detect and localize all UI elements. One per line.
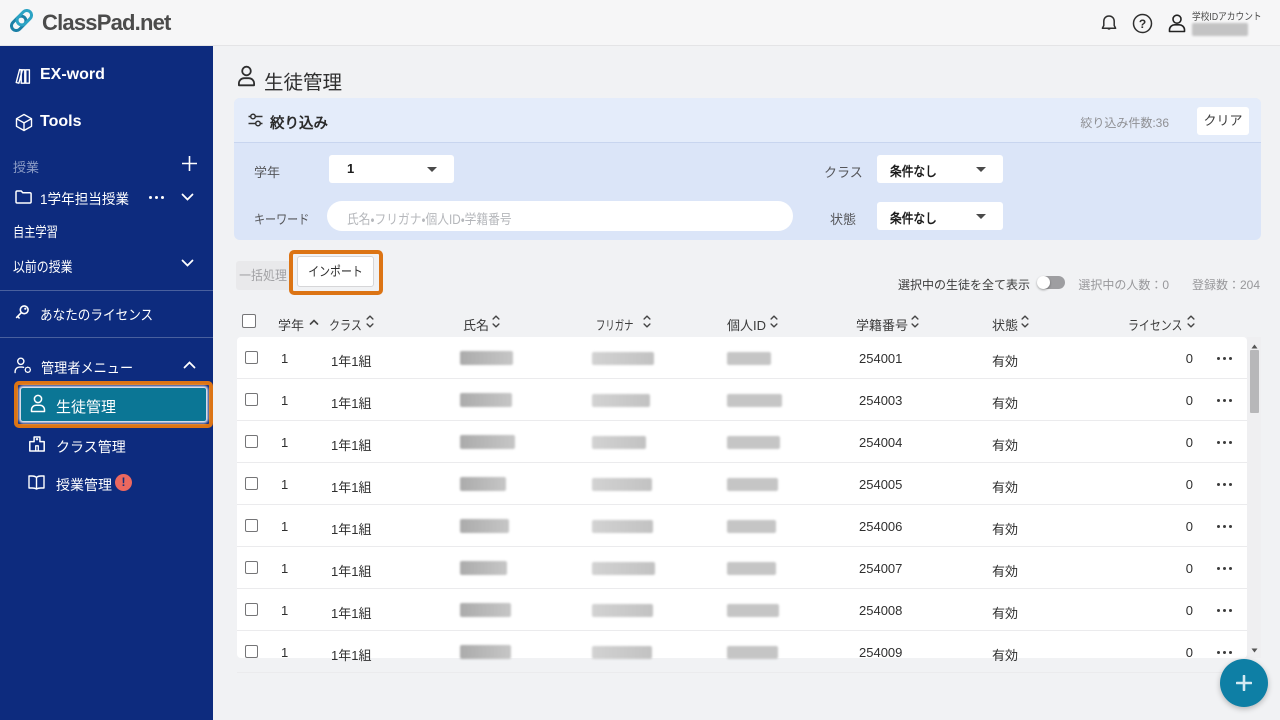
svg-text:?: ? (1139, 17, 1146, 31)
